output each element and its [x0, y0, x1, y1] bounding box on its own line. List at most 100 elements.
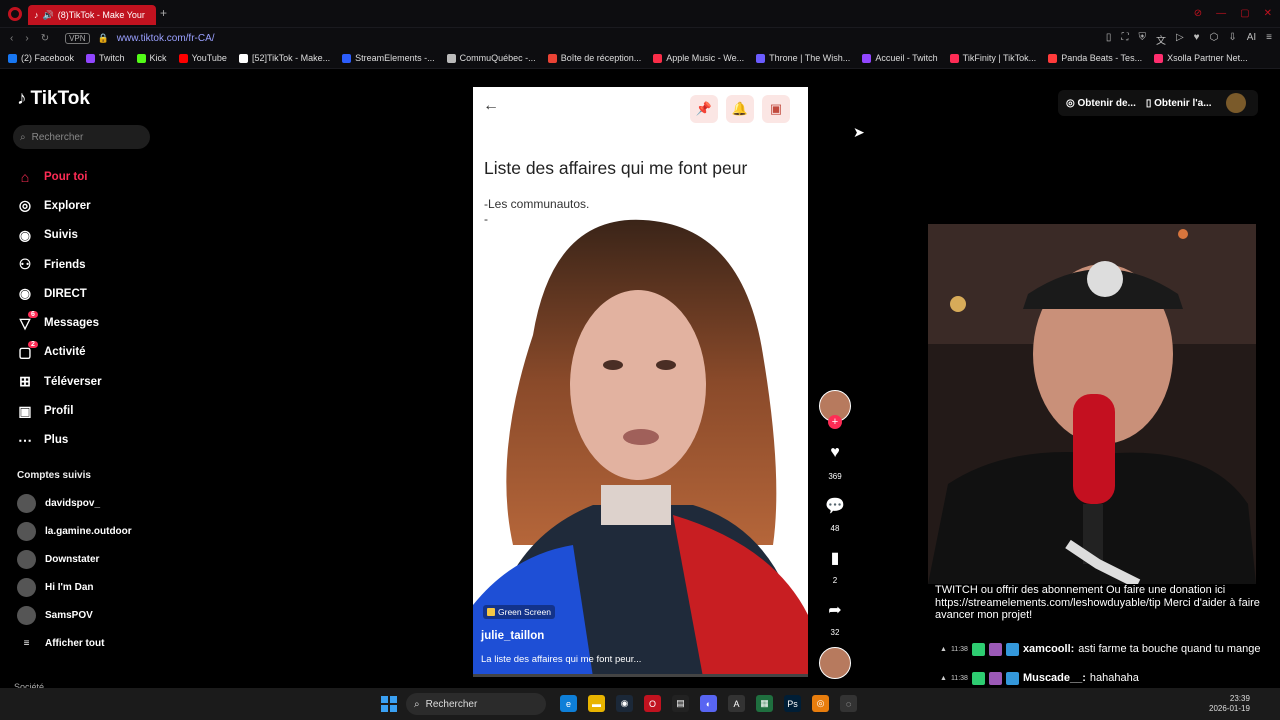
bookmark-item[interactable]: Kick: [136, 53, 167, 63]
vpn-badge[interactable]: VPN: [65, 32, 90, 44]
search-icon: ⌕: [414, 698, 420, 710]
bookmark-item[interactable]: Boîte de réception...: [547, 53, 641, 63]
sidebar-item-label: Téléverser: [44, 375, 102, 388]
archive-icon[interactable]: ▣: [762, 95, 790, 123]
discord-icon[interactable]: ◐: [700, 695, 717, 712]
bookmark-item[interactable]: TikFinity | TikTok...: [949, 53, 1036, 63]
comment-count: 48: [830, 524, 840, 533]
bookmark-item[interactable]: Panda Beats - Tes...: [1048, 53, 1142, 63]
following-item[interactable]: davidspov_: [17, 489, 132, 517]
new-tab-icon[interactable]: +: [160, 6, 167, 20]
menu-icon[interactable]: ≡: [1266, 32, 1272, 47]
get-app-button[interactable]: ▯ Obtenir l'a...: [1146, 98, 1212, 109]
forward-icon[interactable]: ›: [25, 33, 28, 44]
edge-icon[interactable]: e: [560, 695, 577, 712]
tiktok-logo[interactable]: ♪ TikTok: [17, 88, 90, 110]
show-all-link[interactable]: ≡ Afficher tout: [17, 629, 132, 657]
speaker-icon[interactable]: 🔊: [43, 10, 54, 21]
ai-icon[interactable]: AI: [1247, 32, 1256, 47]
play-icon[interactable]: ▷: [1176, 32, 1184, 47]
bookmark-favicon-icon: [547, 53, 557, 63]
lock-icon[interactable]: 🔒: [98, 33, 109, 44]
app-icon[interactable]: ▦: [756, 695, 773, 712]
like-button[interactable]: ♥ 369: [817, 444, 853, 481]
video-progress-bar[interactable]: [473, 674, 808, 677]
bookmark-item[interactable]: Twitch: [86, 53, 125, 63]
effect-tag[interactable]: Green Screen: [483, 605, 555, 619]
minimize-icon[interactable]: —: [1216, 8, 1226, 19]
next-author-avatar[interactable]: [819, 647, 851, 679]
steam-icon[interactable]: ◉: [616, 695, 633, 712]
bookmark-item[interactable]: Accueil - Twitch: [862, 53, 938, 63]
comment-button[interactable]: 💬 48: [817, 496, 853, 533]
obs-icon[interactable]: ◌: [840, 695, 857, 712]
bell-icon[interactable]: 🔔: [726, 95, 754, 123]
translate-icon[interactable]: 文: [1156, 32, 1166, 47]
sidebar-item-profil[interactable]: ▣ Profil: [16, 396, 102, 425]
browser-tab-tiktok[interactable]: ♪ 🔊 (8)TikTok - Make Your: [28, 5, 156, 25]
maximize-icon[interactable]: ▢: [1240, 8, 1249, 19]
chat-line: ▲ 11:38 xamcooll: asti farme ta bouche quan…: [940, 642, 1261, 656]
get-coins-button[interactable]: ◎ Obtenir de...: [1066, 98, 1136, 109]
save-button[interactable]: ▮ 2: [817, 548, 853, 585]
heart-icon[interactable]: ♥: [1194, 32, 1200, 47]
opera-icon[interactable]: [8, 7, 22, 21]
video-player[interactable]: ← 📌 🔔 ▣ Liste des affaires qui me font p…: [473, 87, 808, 677]
sidebar-item-activité[interactable]: ▢ 2 Activité: [16, 338, 102, 367]
following-item[interactable]: Downstater: [17, 545, 132, 573]
bookmark-favicon-icon: [8, 53, 17, 63]
bookmark-item[interactable]: Apple Music - We...: [653, 53, 744, 63]
opera-icon[interactable]: O: [644, 695, 661, 712]
follow-plus-icon[interactable]: +: [828, 415, 842, 429]
download-icon[interactable]: ⇩: [1228, 32, 1236, 47]
bookmark-favicon-icon: [653, 53, 663, 63]
bookmark-item[interactable]: (2) Facebook: [8, 53, 74, 63]
url-field[interactable]: www.tiktok.com/fr-CA/: [117, 33, 215, 44]
bookmark-item[interactable]: Throne | The Wish...: [756, 53, 850, 63]
following-item[interactable]: la.gamine.outdoor: [17, 517, 132, 545]
bookmark-item[interactable]: StreamElements -...: [342, 53, 435, 63]
snapshot-icon[interactable]: ⛶: [1121, 32, 1128, 47]
bookmark-icon[interactable]: ▯: [1106, 32, 1112, 47]
sidebar-item-explorer[interactable]: ◎ Explorer: [16, 191, 102, 220]
back-arrow-icon[interactable]: ←: [483, 97, 499, 115]
pin-icon[interactable]: 📌: [690, 95, 718, 123]
following-item[interactable]: SamsPOV: [17, 601, 132, 629]
shield-icon[interactable]: ⛨: [1138, 32, 1146, 47]
following-item[interactable]: Hi I'm Dan: [17, 573, 132, 601]
sidebar-item-suivis[interactable]: ◉ Suivis: [16, 221, 102, 250]
bookmark-item[interactable]: YouTube: [178, 53, 227, 63]
sidebar-item-messages[interactable]: ▽ 6 Messages: [16, 308, 102, 337]
app-icon[interactable]: ▤: [672, 695, 689, 712]
sidebar-item-label: Explorer: [44, 199, 91, 212]
sidebar-item-direct[interactable]: ◉ DIRECT: [16, 279, 102, 308]
taskbar-search[interactable]: ⌕ Rechercher: [406, 693, 546, 715]
sidebar-item-pour-toi[interactable]: ⌂ Pour toi: [16, 162, 102, 191]
app-icon[interactable]: A: [728, 695, 745, 712]
folder-icon[interactable]: ▬: [588, 695, 605, 712]
sidebar-item-plus[interactable]: ⋯ Plus: [16, 426, 102, 455]
reload-icon[interactable]: ↻: [41, 33, 49, 44]
blender-icon[interactable]: ◎: [812, 695, 829, 712]
bookmark-item[interactable]: [52]TikTok - Make...: [238, 53, 330, 63]
bookmark-favicon-icon: [178, 53, 188, 63]
search-icon[interactable]: ⊘: [1194, 8, 1202, 19]
photoshop-icon[interactable]: Ps: [784, 695, 801, 712]
taskbar-clock[interactable]: 23:39 2026-01-19: [1209, 694, 1250, 714]
share-icon: ➦: [828, 602, 842, 619]
windows-start-icon[interactable]: [381, 696, 397, 712]
avatar[interactable]: [1225, 93, 1246, 113]
bookmark-item[interactable]: Xsolla Partner Net...: [1154, 53, 1248, 63]
sidebar-item-friends[interactable]: ⚇ Friends: [16, 250, 102, 279]
search-input[interactable]: ⌕ Rechercher: [13, 125, 150, 149]
video-author[interactable]: julie_taillon: [481, 630, 544, 642]
share-button[interactable]: ➦ 32: [817, 600, 853, 637]
comment-icon: 💬: [825, 498, 845, 515]
bookmark-item[interactable]: CommuQuébec -...: [446, 53, 536, 63]
back-icon[interactable]: ‹: [10, 33, 13, 44]
sidebar-item-téléverser[interactable]: ⊞ Téléverser: [16, 367, 102, 396]
extensions-icon[interactable]: ⬡: [1210, 32, 1219, 47]
close-icon[interactable]: ✕: [1264, 8, 1272, 19]
video-caption[interactable]: La liste des affaires qui me font peur..…: [481, 654, 641, 665]
bookmark-favicon-icon: [238, 53, 248, 63]
